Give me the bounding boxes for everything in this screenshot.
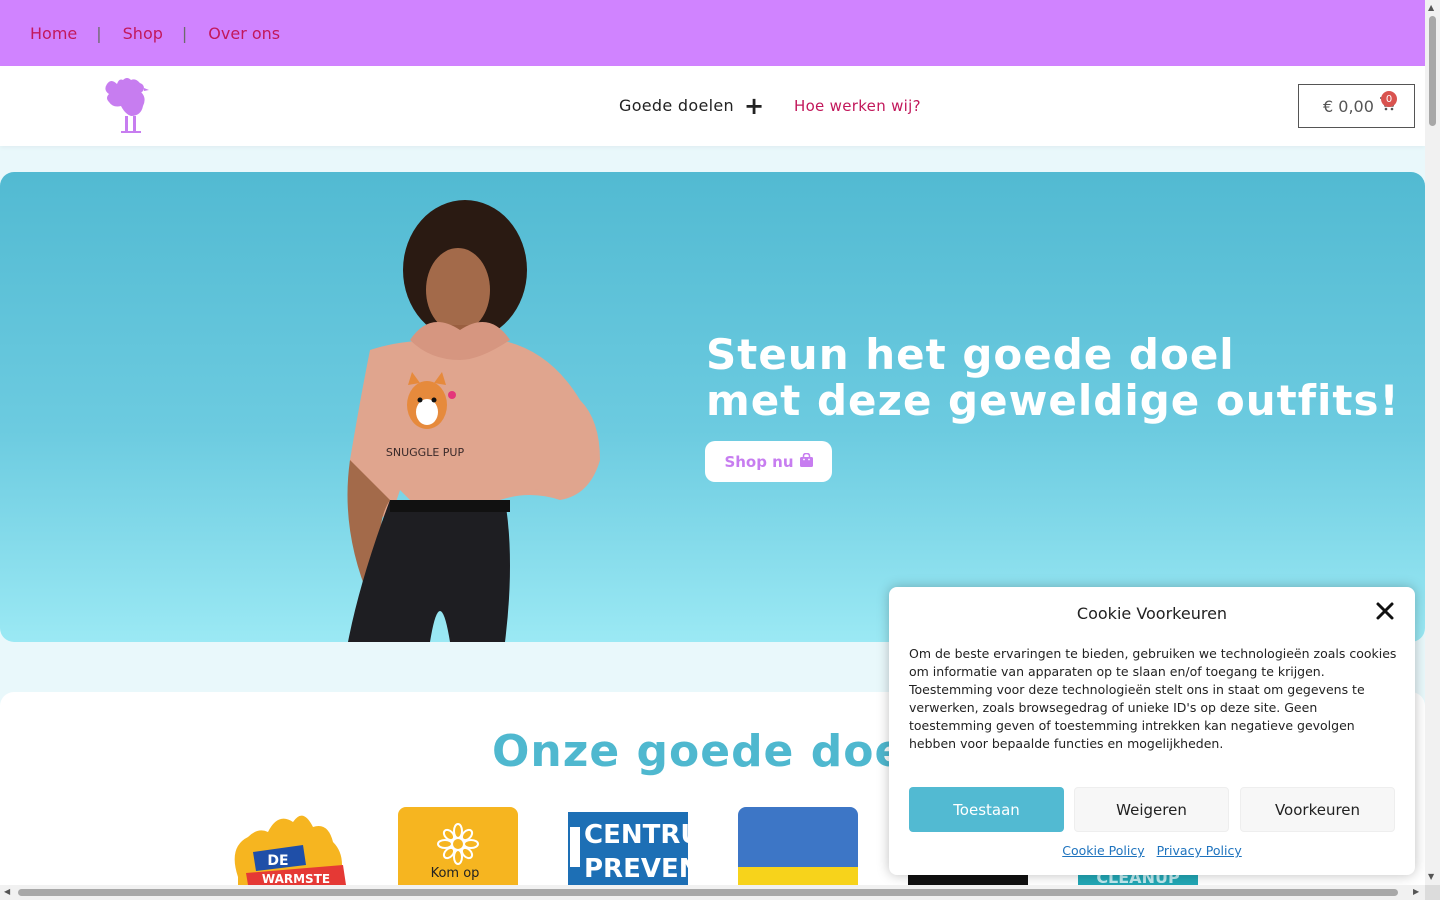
close-icon[interactable] [1375,601,1395,621]
logo-kom-op[interactable]: Kom op [398,807,518,885]
topbar-link-over-ons[interactable]: Over ons [208,24,280,43]
topbar-link-home[interactable]: Home [30,24,77,43]
top-bar: Home | Shop | Over ons [0,0,1425,66]
site-header: Goede doelen + Hoe werken wij? € 0,00 0 [0,66,1425,146]
cookie-message: Om de beste ervaringen te bieden, gebrui… [909,646,1397,751]
cookie-policy-link[interactable]: Cookie Policy [1062,843,1144,858]
cookie-policy-links: Cookie Policy Privacy Policy [889,843,1415,858]
scroll-right-icon[interactable]: ▶ [1413,887,1419,896]
privacy-policy-link[interactable]: Privacy Policy [1157,843,1242,858]
scroll-up-icon[interactable]: ▲ [1428,3,1434,12]
scrollbar-corner [1425,885,1440,900]
shopping-bag-icon [799,452,813,471]
hoodie-print-text: SNUGGLE PUP [386,446,465,459]
cookie-preferences-button[interactable]: Voorkeuren [1240,787,1395,832]
logo-de-warmste[interactable]: DE WARMSTE [228,807,348,885]
horizontal-scrollbar[interactable]: ◀ ▶ [0,885,1425,900]
svg-text:PREVEN: PREVEN [584,854,688,884]
nav-hoe-werken-wij[interactable]: Hoe werken wij? [794,97,921,115]
plus-icon[interactable]: + [744,94,764,118]
hero-banner: SNUGGLE PUP Steun het goede doel met dez… [0,172,1425,642]
cart-count-badge: 0 [1381,91,1397,107]
nav-goede-doelen[interactable]: Goede doelen + [619,94,764,118]
cookie-title: Cookie Voorkeuren [1076,604,1228,623]
peacock-logo[interactable] [103,76,153,136]
cookie-deny-button[interactable]: Weigeren [1074,787,1229,832]
cart-button[interactable]: € 0,00 0 [1298,84,1415,128]
topbar-link-shop[interactable]: Shop [123,24,163,43]
hero-title-line2: met deze geweldige outfits! [706,376,1400,425]
cookie-consent-dialog: Cookie Voorkeuren Om de beste ervaringen… [889,587,1415,875]
horizontal-scroll-thumb[interactable] [18,889,1398,896]
svg-text:WARMSTE: WARMSTE [262,872,330,885]
svg-text:CENTRU: CENTRU [584,820,688,850]
shop-now-label: Shop nu [724,452,794,471]
nav-goede-doelen-label: Goede doelen [619,96,734,115]
svg-text:Kom op: Kom op [431,866,480,881]
shop-now-button[interactable]: Shop nu [705,441,832,482]
cart-total: € 0,00 [1323,96,1374,116]
vertical-scroll-thumb[interactable] [1429,16,1436,126]
scroll-left-icon[interactable]: ◀ [4,887,10,896]
topbar-separator: | [96,23,102,43]
vertical-scrollbar[interactable]: ▲ ▼ [1425,0,1440,885]
hero-title: Steun het goede doel met deze geweldige … [706,332,1400,424]
svg-text:DE: DE [267,853,288,869]
topbar-separator: | [181,23,188,43]
hero-model-image: SNUGGLE PUP [330,200,610,642]
cookie-accept-button[interactable]: Toestaan [909,787,1064,832]
logo-ukraine[interactable] [738,807,858,885]
hero-title-line1: Steun het goede doel [706,330,1235,379]
scroll-down-icon[interactable]: ▼ [1428,872,1434,881]
logo-centrum-preventie[interactable]: CENTRU PREVEN [568,807,688,885]
